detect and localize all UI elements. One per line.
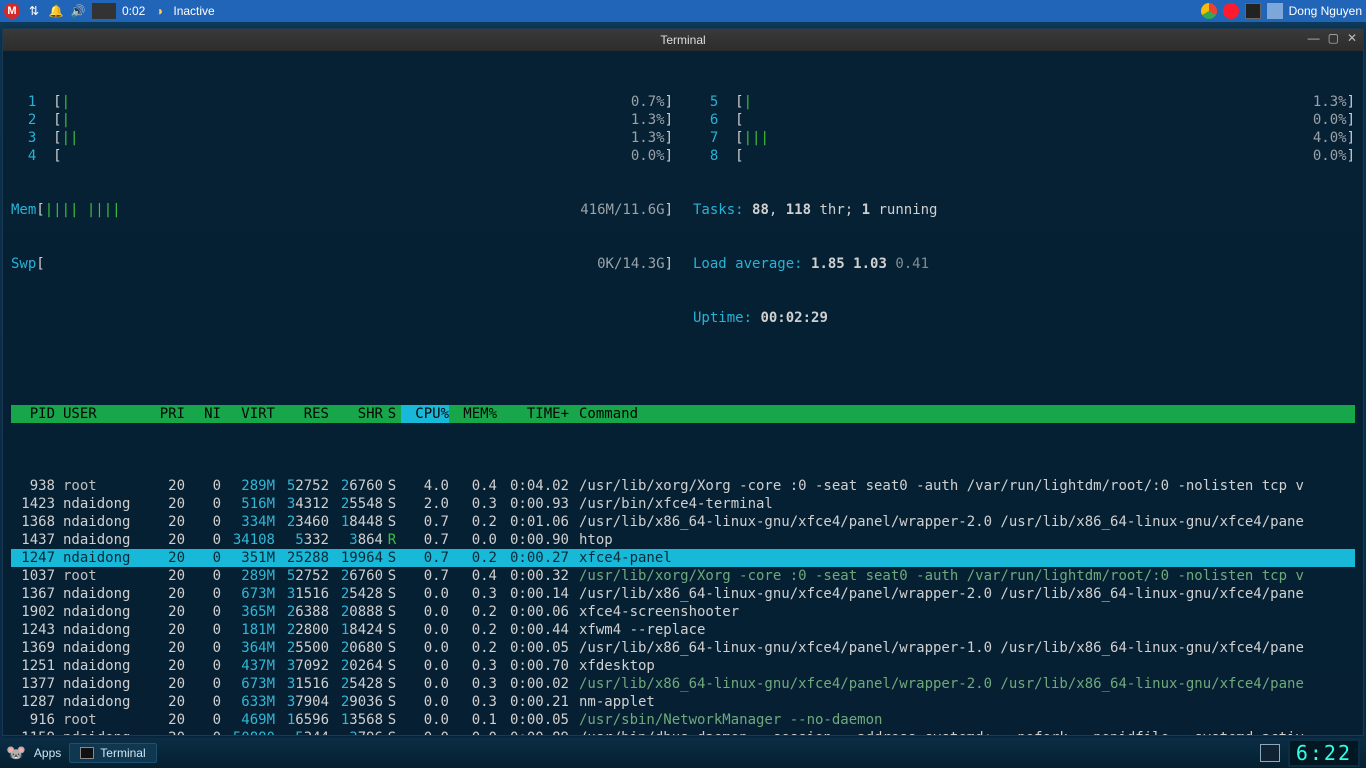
- notification-icon[interactable]: 🔔: [48, 3, 64, 19]
- col-pid[interactable]: PID: [11, 405, 59, 423]
- username-label[interactable]: Dong Nguyen: [1289, 4, 1362, 18]
- window-minimize-button[interactable]: —: [1308, 31, 1320, 45]
- mem-value: 416M/11.6G: [580, 201, 664, 219]
- table-row[interactable]: 1243ndaidong200181M2280018424S0.00.20:00…: [11, 621, 1355, 639]
- process-table-header[interactable]: PID USER PRI NI VIRT RES SHR S CPU% MEM%…: [11, 405, 1355, 423]
- window-title: Terminal: [660, 33, 705, 47]
- table-row[interactable]: 938root200289M5275226760S4.00.40:04.02/u…: [11, 477, 1355, 495]
- user-avatar-icon[interactable]: [1267, 3, 1283, 19]
- terminal-panel-icon[interactable]: [1245, 3, 1261, 19]
- running-count: 1: [862, 202, 870, 218]
- col-time[interactable]: TIME+: [497, 405, 575, 423]
- col-pri[interactable]: PRI: [143, 405, 185, 423]
- table-row[interactable]: 1367ndaidong200673M3151625428S0.00.30:00…: [11, 585, 1355, 603]
- top-panel: M ⇅ 🔔 🔊 0:02 ◑ Inactive Dong Nguyen: [0, 0, 1366, 22]
- terminal-task-icon: [80, 747, 94, 759]
- mega-icon[interactable]: M: [4, 3, 20, 19]
- table-row[interactable]: 1037root200289M5275226760S0.70.40:00.32/…: [11, 567, 1355, 585]
- col-ni[interactable]: NI: [185, 405, 221, 423]
- load-5: 1.03: [853, 256, 887, 272]
- swp-label: Swp: [11, 256, 36, 272]
- tasks-count: 88: [752, 202, 769, 218]
- activity-label: Inactive: [173, 4, 214, 18]
- terminal-window: Terminal — ▢ ✕ 1 [|]0.7% 2 [|]1.3% 3 [||…: [2, 28, 1364, 736]
- table-row[interactable]: 916root200469M1659613568S0.00.10:00.05/u…: [11, 711, 1355, 729]
- col-cpu[interactable]: CPU%: [401, 405, 449, 423]
- window-close-button[interactable]: ✕: [1347, 31, 1357, 45]
- systray-terminal-icon[interactable]: [1260, 744, 1280, 762]
- window-titlebar[interactable]: Terminal — ▢ ✕: [3, 29, 1363, 51]
- load-15: 0.41: [895, 256, 929, 272]
- table-row[interactable]: 1247ndaidong200351M2528819964S0.70.20:00…: [11, 549, 1355, 567]
- xfce-menu-icon[interactable]: 🐭: [6, 743, 26, 763]
- uptime-label: Uptime:: [693, 310, 760, 326]
- col-mem[interactable]: MEM%: [449, 405, 497, 423]
- network-icon[interactable]: ⇅: [26, 3, 42, 19]
- process-list[interactable]: 938root200289M5275226760S4.00.40:04.02/u…: [11, 477, 1355, 735]
- load-1: 1.85: [811, 256, 845, 272]
- swp-value: 0K/14.3G: [597, 255, 664, 273]
- bottom-panel: 🐭 Apps Terminal 6:22: [0, 738, 1366, 768]
- threads-count: 118: [786, 202, 811, 218]
- table-row[interactable]: 1423ndaidong200516M3431225548S2.00.30:00…: [11, 495, 1355, 513]
- taskbar-terminal[interactable]: Terminal: [69, 743, 156, 763]
- uptime-value: 00:02:29: [760, 310, 827, 326]
- table-row[interactable]: 1368ndaidong200334M2346018448S0.70.20:01…: [11, 513, 1355, 531]
- volume-icon[interactable]: 🔊: [70, 3, 86, 19]
- table-row[interactable]: 1287ndaidong200633M3790429036S0.00.30:00…: [11, 693, 1355, 711]
- terminal-body[interactable]: 1 [|]0.7% 2 [|]1.3% 3 [||]1.3% 4 []0.0% …: [3, 51, 1363, 735]
- mem-label: Mem: [11, 202, 36, 218]
- chrome-icon[interactable]: [1201, 3, 1217, 19]
- load-label: Load average:: [693, 256, 811, 272]
- table-row[interactable]: 1369ndaidong200364M2550020680S0.00.20:00…: [11, 639, 1355, 657]
- activity-icon[interactable]: ◑: [151, 3, 167, 19]
- col-cmd[interactable]: Command: [575, 405, 1355, 423]
- panel-clock[interactable]: 0:02: [122, 4, 145, 18]
- col-res[interactable]: RES: [275, 405, 329, 423]
- panel-clock-led[interactable]: 6:22: [1288, 739, 1360, 767]
- col-virt[interactable]: VIRT: [221, 405, 275, 423]
- table-row[interactable]: 1377ndaidong200673M3151625428S0.00.30:00…: [11, 675, 1355, 693]
- taskbar-terminal-label: Terminal: [100, 746, 145, 760]
- opera-icon[interactable]: [1223, 3, 1239, 19]
- col-user[interactable]: USER: [59, 405, 143, 423]
- cpu-graph-icon[interactable]: [92, 3, 116, 19]
- col-s[interactable]: S: [383, 405, 401, 423]
- table-row[interactable]: 1251ndaidong200437M3709220264S0.00.30:00…: [11, 657, 1355, 675]
- tasks-label: Tasks:: [693, 202, 752, 218]
- table-row[interactable]: 1902ndaidong200365M2638820888S0.00.20:00…: [11, 603, 1355, 621]
- table-row[interactable]: 1437ndaidong2003410853323864R0.70.00:00.…: [11, 531, 1355, 549]
- mem-bar: |||| ||||: [45, 202, 121, 218]
- apps-button[interactable]: Apps: [34, 746, 61, 760]
- window-maximize-button[interactable]: ▢: [1328, 31, 1339, 45]
- table-row[interactable]: 1159ndaidong2005088053443796S0.00.00:00.…: [11, 729, 1355, 735]
- col-shr[interactable]: SHR: [329, 405, 383, 423]
